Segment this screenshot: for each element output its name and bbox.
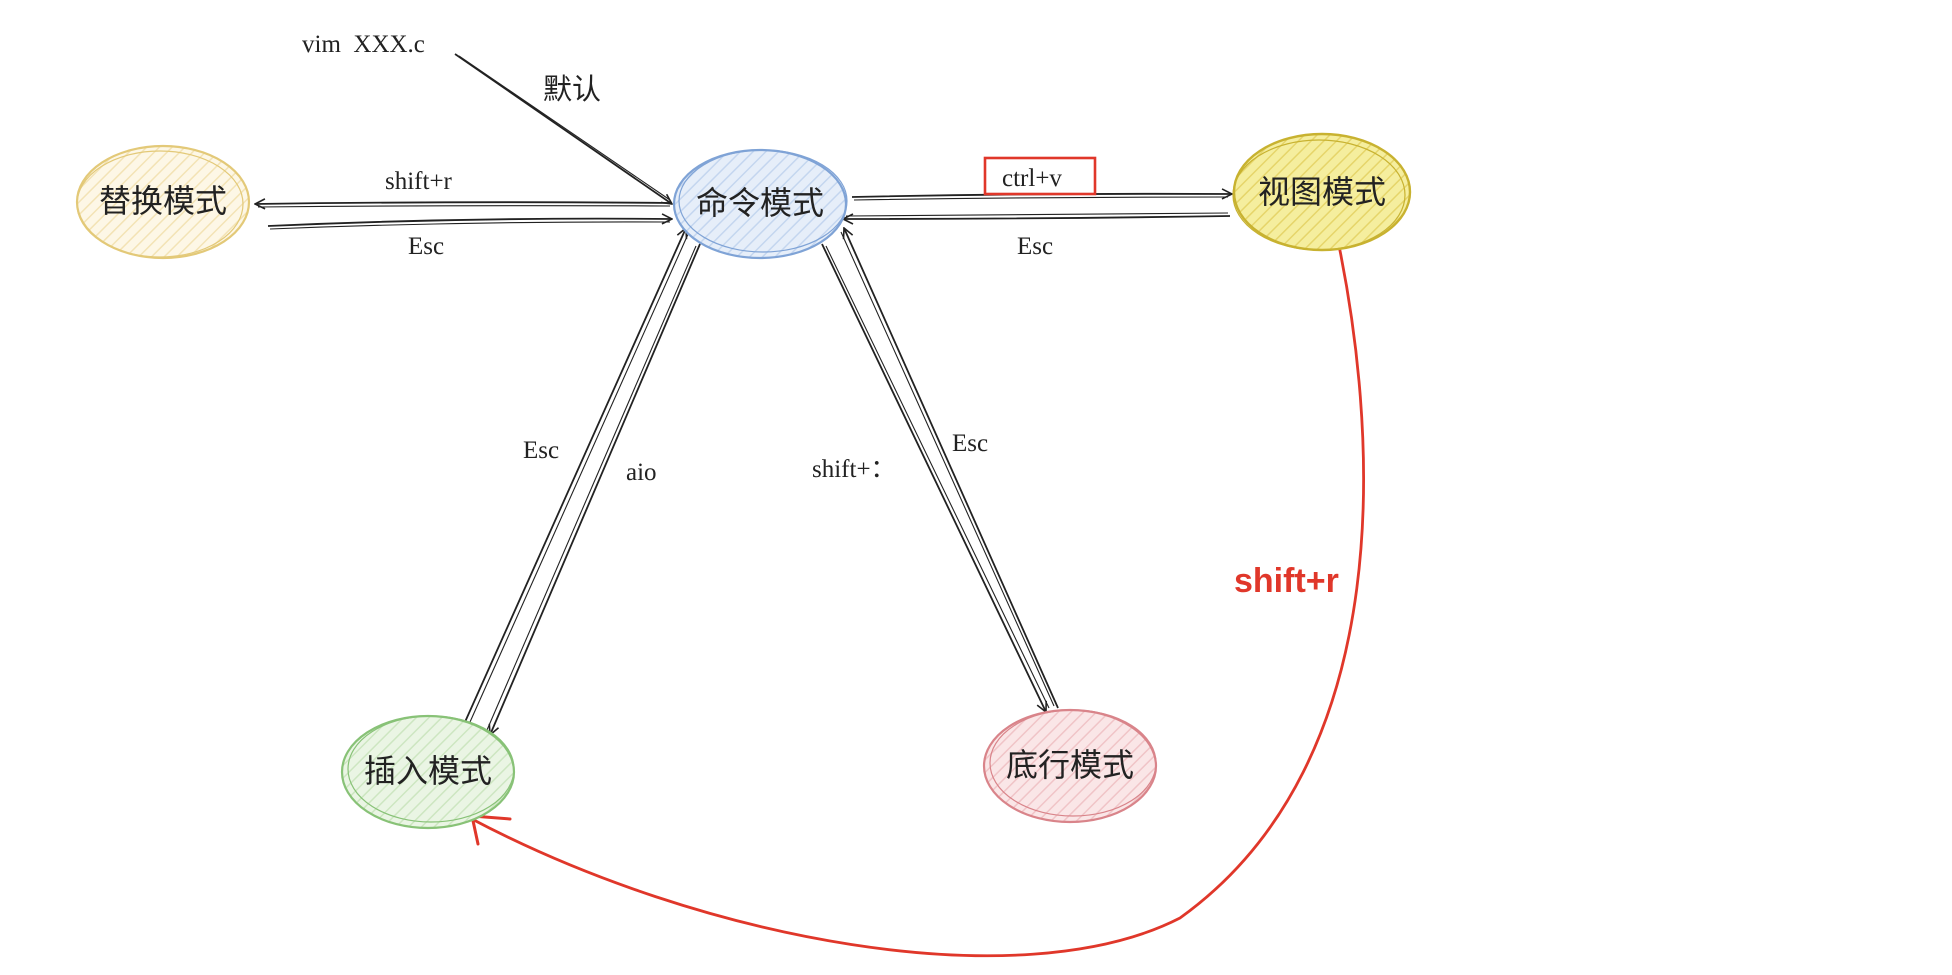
default-label: 默认 <box>543 72 601 106</box>
edge-command-to-replace <box>255 202 673 207</box>
view-to-insert-label: shift+r <box>1234 562 1339 600</box>
node-command-label: 命令模式 <box>696 184 824 222</box>
node-insert-label: 插入模式 <box>364 752 492 790</box>
node-replace-label: 替换模式 <box>99 182 227 220</box>
edge-view-to-command <box>843 212 1231 219</box>
from-lastline-label: Esc <box>952 430 988 457</box>
from-replace-label: Esc <box>408 233 444 260</box>
to-replace-label: shift+r <box>385 168 453 195</box>
from-view-label: Esc <box>1017 233 1053 260</box>
node-lastline-label: 底行模式 <box>1006 746 1134 784</box>
node-lastline[interactable]: 底行模式 <box>982 708 1158 824</box>
vim-mode-diagram: 命令模式 替换模式 视图模式 插入模式 底行模式 vim XXX.c 默认 sh… <box>75 31 1412 958</box>
edge-command-to-insert <box>486 243 701 735</box>
to-lastline-label: shift+： <box>812 456 896 483</box>
edge-view-to-insert <box>469 221 1365 958</box>
node-view-label: 视图模式 <box>1258 173 1386 211</box>
node-insert[interactable]: 插入模式 <box>340 714 516 830</box>
edge-replace-to-command <box>267 219 672 230</box>
node-replace[interactable]: 替换模式 <box>75 144 251 260</box>
to-view-label: ctrl+v <box>1002 165 1062 192</box>
node-command[interactable]: 命令模式 <box>672 148 848 260</box>
node-view[interactable]: 视图模式 <box>1232 132 1412 252</box>
from-insert-label: Esc <box>523 437 559 464</box>
to-insert-label: aio <box>626 459 657 486</box>
start-command-text: vim XXX.c <box>302 31 425 58</box>
